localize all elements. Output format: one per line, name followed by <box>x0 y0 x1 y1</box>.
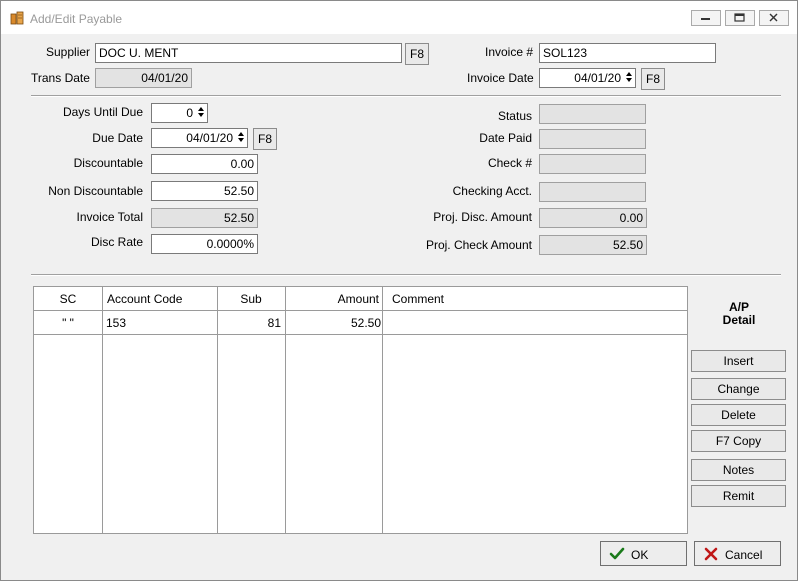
disc-rate-field[interactable]: 0.0000% <box>151 234 258 254</box>
proj-check-amount-label: Proj. Check Amount <box>425 238 532 252</box>
proj-check-amount-field: 52.50 <box>539 235 647 255</box>
check-icon <box>609 547 625 560</box>
checking-acct-field <box>539 182 646 202</box>
invoice-total-label: Invoice Total <box>76 210 144 224</box>
trans-date-label: Trans Date <box>31 71 90 85</box>
date-paid-label: Date Paid <box>479 131 532 145</box>
invoice-date-lookup-button[interactable]: F8 <box>641 68 665 90</box>
ap-detail-grid[interactable]: SC Account Code Sub Amount Comment " " 1… <box>33 286 688 534</box>
close-icon <box>769 13 778 22</box>
supplier-lookup-button[interactable]: F8 <box>405 43 429 65</box>
delete-button[interactable]: Delete <box>691 404 786 426</box>
copy-button[interactable]: F7 Copy <box>691 430 786 452</box>
add-edit-payable-window: Add/Edit Payable Supplier DOC U. MENT F8… <box>0 0 798 581</box>
discountable-field[interactable]: 0.00 <box>151 154 258 174</box>
supplier-label: Supplier <box>46 45 91 59</box>
remit-button[interactable]: Remit <box>691 485 786 507</box>
invoice-date-label: Invoice Date <box>467 71 534 85</box>
change-button[interactable]: Change <box>691 378 786 400</box>
restore-icon <box>734 13 745 22</box>
check-number-label: Check # <box>487 156 532 170</box>
column-header-sc[interactable]: SC <box>34 292 102 306</box>
column-header-account-code[interactable]: Account Code <box>107 292 182 306</box>
minimize-button[interactable] <box>691 10 721 26</box>
days-until-due-label: Days Until Due <box>62 105 143 119</box>
days-until-due-value: 0 <box>186 106 193 120</box>
due-date-spinner[interactable] <box>236 130 246 146</box>
invoice-date-value: 04/01/20 <box>574 71 621 85</box>
cell-sub: 81 <box>267 316 281 330</box>
column-header-sub[interactable]: Sub <box>217 292 285 306</box>
invoice-date-spinner[interactable] <box>624 70 634 86</box>
days-until-due-spinner[interactable] <box>196 105 206 121</box>
non-discountable-label: Non Discountable <box>48 184 143 198</box>
restore-button[interactable] <box>725 10 755 26</box>
insert-button[interactable]: Insert <box>691 350 786 372</box>
app-icon <box>10 11 24 25</box>
column-header-comment[interactable]: Comment <box>392 292 444 306</box>
cell-amount: 52.50 <box>350 316 381 330</box>
checking-acct-label: Checking Acct. <box>452 184 532 198</box>
insert-button-label: Insert <box>723 354 754 368</box>
disc-rate-label: Disc Rate <box>90 235 143 249</box>
discountable-label: Discountable <box>73 156 143 170</box>
trans-date-field: 04/01/20 <box>95 68 192 88</box>
supplier-field[interactable]: DOC U. MENT <box>95 43 402 63</box>
status-field <box>539 104 646 124</box>
divider-bottom <box>31 274 781 276</box>
invoice-total-field: 52.50 <box>151 208 258 228</box>
proj-disc-amount-label: Proj. Disc. Amount <box>433 210 532 224</box>
ap-detail-heading: A/P Detail <box>701 301 777 327</box>
non-discountable-field[interactable]: 52.50 <box>151 181 258 201</box>
cancel-button[interactable]: Cancel <box>694 541 781 566</box>
status-label: Status <box>497 109 532 123</box>
cancel-button-label: Cancel <box>725 548 763 562</box>
due-date-value: 04/01/20 <box>186 131 233 145</box>
invoice-date-field[interactable]: 04/01/20 <box>539 68 636 88</box>
ok-button[interactable]: OK <box>600 541 687 566</box>
due-date-label: Due Date <box>92 131 143 145</box>
due-date-lookup-button[interactable]: F8 <box>253 128 277 150</box>
ok-button-label: OK <box>631 548 649 562</box>
cell-sc: " " <box>62 316 74 330</box>
notes-button[interactable]: Notes <box>691 459 786 481</box>
window-title: Add/Edit Payable <box>30 12 123 26</box>
column-header-amount[interactable]: Amount <box>285 292 379 306</box>
cell-account-code: 153 <box>106 316 127 330</box>
proj-disc-amount-field: 0.00 <box>539 208 647 228</box>
date-paid-field <box>539 129 646 149</box>
title-bar[interactable]: Add/Edit Payable <box>1 1 797 34</box>
days-until-due-field[interactable]: 0 <box>151 103 208 123</box>
invoice-number-label: Invoice # <box>485 45 534 59</box>
cancel-x-icon <box>704 547 718 561</box>
minimize-icon <box>701 18 710 20</box>
due-date-field[interactable]: 04/01/20 <box>151 128 248 148</box>
invoice-number-field[interactable]: SOL123 <box>539 43 716 63</box>
table-row[interactable]: " " 153 81 52.50 <box>34 311 687 335</box>
ap-detail-heading-line2: Detail <box>722 313 756 327</box>
check-number-field <box>539 154 646 174</box>
divider-top <box>31 95 781 97</box>
close-button[interactable] <box>759 10 789 26</box>
